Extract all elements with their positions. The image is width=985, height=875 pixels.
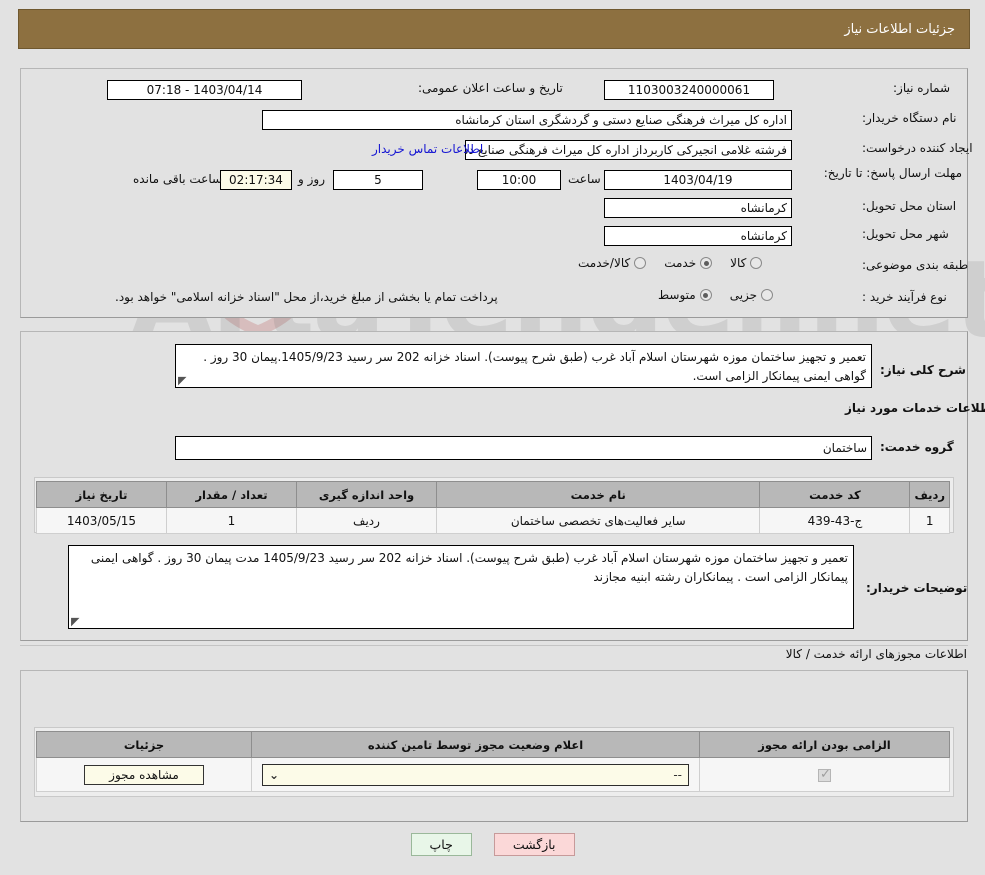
purchase-type-option-1-label: متوسط xyxy=(658,288,696,302)
page-root: ArtaTender.net جزئیات اطلاعات نیاز شماره… xyxy=(0,0,985,875)
page-title: جزئیات اطلاعات نیاز xyxy=(844,21,955,37)
buyer-notes-text: تعمیر و تجهیز ساختمان موزه شهرستان اسلام… xyxy=(90,551,848,584)
general-desc-textarea[interactable]: تعمیر و تجهیز ساختمان موزه شهرستان اسلام… xyxy=(175,344,872,388)
cell-need-date: 1403/05/15 xyxy=(36,507,167,534)
footer-button-bar: بازگشت چاپ xyxy=(0,833,985,856)
service-group-field[interactable]: ساختمان xyxy=(175,436,872,460)
services-table: ردیف کد خدمت نام خدمت واحد اندازه گیری ت… xyxy=(36,481,950,534)
deadline-date-field[interactable]: 1403/04/19 xyxy=(604,170,792,190)
category-option-2-label: کالا/خدمت xyxy=(578,256,631,270)
radio-kala-khedmat[interactable] xyxy=(634,257,647,269)
cell-license-required xyxy=(699,757,950,792)
chevron-down-icon: ⌄ xyxy=(269,767,280,782)
licenses-table-header-row: الزامی بودن ارائه مجوز اعلام وضعیت مجوز … xyxy=(36,731,950,758)
th-index: ردیف xyxy=(909,481,950,508)
services-section-title: اطلاعات خدمات مورد نیاز xyxy=(845,401,985,415)
buyer-org-field[interactable]: اداره کل میراث فرهنگی صنایع دستی و گردشگ… xyxy=(262,110,792,130)
hours-remaining-field: 02:17:34 xyxy=(220,170,292,190)
deadline-time-field[interactable]: 10:00 xyxy=(477,170,561,190)
requester-field[interactable]: فرشته غلامی انجیرکی کاربرداز اداره کل می… xyxy=(465,140,792,160)
need-info-panel xyxy=(20,68,968,318)
cell-code: ج-43-439 xyxy=(759,507,911,534)
license-status-value: -- xyxy=(673,767,682,782)
buyer-org-row: نام دستگاه خریدار: xyxy=(862,111,957,125)
buyer-notes-label: توضیحات خریدار: xyxy=(866,581,968,595)
delivery-province-row: استان محل تحویل: xyxy=(862,199,956,213)
th-license-details: جزئیات xyxy=(36,731,252,758)
print-button[interactable]: چاپ xyxy=(410,833,472,856)
services-table-header-row: ردیف کد خدمت نام خدمت واحد اندازه گیری ت… xyxy=(36,481,950,508)
general-desc-text: تعمیر و تجهیز ساختمان موزه شهرستان اسلام… xyxy=(203,350,866,383)
buyer-org-label: نام دستگاه خریدار: xyxy=(862,111,957,125)
service-group-label: گروه خدمت: xyxy=(880,440,954,454)
delivery-city-field[interactable]: کرمانشاه xyxy=(604,226,792,246)
licenses-table: الزامی بودن ارائه مجوز اعلام وضعیت مجوز … xyxy=(36,731,950,792)
purchase-type-option-0[interactable]: جزیی xyxy=(729,288,774,302)
days-remaining-field[interactable]: 5 xyxy=(333,170,423,190)
purchase-type-option-0-label: جزیی xyxy=(729,288,758,302)
window-title-bar: جزئیات اطلاعات نیاز xyxy=(18,9,970,49)
back-button[interactable]: بازگشت xyxy=(493,833,575,856)
services-grid-wrapper: ردیف کد خدمت نام خدمت واحد اندازه گیری ت… xyxy=(34,477,954,534)
category-radio-group: کالا خدمت کالا/خدمت xyxy=(560,256,763,270)
public-announce-row: تاریخ و ساعت اعلان عمومی: xyxy=(418,81,563,95)
divider xyxy=(20,645,968,646)
th-unit: واحد اندازه گیری xyxy=(296,481,437,508)
public-announce-field[interactable]: 1403/04/14 - 07:18 xyxy=(107,80,302,100)
deadline-row: مهلت ارسال پاسخ: تا تاریخ: xyxy=(824,165,962,181)
need-number-label: شماره نیاز: xyxy=(893,81,950,95)
delivery-province-field[interactable]: کرمانشاه xyxy=(604,198,792,218)
licenses-section-title: اطلاعات مجوزهای ارائه خدمت / کالا xyxy=(785,647,967,661)
purchase-type-option-1[interactable]: متوسط xyxy=(658,288,712,302)
delivery-city-label: شهر محل تحویل: xyxy=(862,227,949,241)
th-name: نام خدمت xyxy=(435,481,761,508)
category-option-2[interactable]: کالا/خدمت xyxy=(578,256,647,270)
general-desc-label: شرح کلی نیاز: xyxy=(880,363,966,377)
requester-row: ایجاد کننده درخواست: xyxy=(862,141,973,155)
delivery-city-row: شهر محل تحویل: xyxy=(862,227,949,241)
radio-motavaset[interactable] xyxy=(699,289,712,301)
days-unit-label: روز و xyxy=(298,172,325,186)
radio-kala[interactable] xyxy=(750,257,763,269)
th-quantity: تعداد / مقدار xyxy=(166,481,297,508)
resize-grip-icon-2[interactable]: ◥ xyxy=(71,615,81,628)
need-number-row: شماره نیاز: xyxy=(780,81,950,95)
th-code: کد خدمت xyxy=(759,481,911,508)
category-option-1-label: خدمت xyxy=(664,256,697,270)
category-option-1[interactable]: خدمت xyxy=(664,256,713,270)
cell-unit: ردیف xyxy=(296,507,437,534)
table-row: 1 ج-43-439 سایر فعالیت‌های تخصصی ساختمان… xyxy=(36,507,950,534)
purchase-note: پرداخت تمام یا بخشی از مبلغ خرید،از محل … xyxy=(115,290,498,304)
deadline-time-label: ساعت xyxy=(568,172,601,186)
remaining-suffix-label: ساعت باقی مانده xyxy=(133,172,223,186)
purchase-type-label: نوع فرآیند خرید : xyxy=(862,290,947,304)
license-status-select[interactable]: ⌄ -- xyxy=(262,763,689,786)
cell-license-details: مشاهده مجوز xyxy=(36,757,252,792)
cell-name: سایر فعالیت‌های تخصصی ساختمان xyxy=(435,507,761,534)
view-license-button[interactable]: مشاهده مجوز xyxy=(84,764,204,785)
cell-quantity: 1 xyxy=(166,507,297,534)
need-number-field[interactable]: 1103003240000061 xyxy=(604,80,774,100)
licenses-grid-wrapper: الزامی بودن ارائه مجوز اعلام وضعیت مجوز … xyxy=(34,727,954,797)
cell-index: 1 xyxy=(909,507,950,534)
cell-license-status: ⌄ -- xyxy=(251,757,700,792)
category-option-0[interactable]: کالا xyxy=(730,256,763,270)
public-announce-label: تاریخ و ساعت اعلان عمومی: xyxy=(418,81,563,95)
license-required-checkbox xyxy=(818,767,831,782)
deadline-label: مهلت ارسال پاسخ: تا تاریخ: xyxy=(823,166,962,180)
buyer-contact-link[interactable]: اطلاعات تماس خریدار xyxy=(372,142,483,156)
purchase-type-radio-group: جزیی متوسط xyxy=(640,288,774,302)
radio-khedmat[interactable] xyxy=(700,257,713,269)
table-row: ⌄ -- مشاهده مجوز xyxy=(36,757,950,792)
radio-jozii[interactable] xyxy=(761,289,774,301)
th-license-status: اعلام وضعیت مجوز توسط تامین کننده xyxy=(251,731,700,758)
requester-label: ایجاد کننده درخواست: xyxy=(862,141,973,155)
th-need-date: تاریخ نیاز xyxy=(36,481,167,508)
th-license-required: الزامی بودن ارائه مجوز xyxy=(699,731,950,758)
resize-grip-icon[interactable]: ◥ xyxy=(178,374,188,387)
category-label: طبقه بندی موضوعی: xyxy=(862,258,969,272)
category-option-0-label: کالا xyxy=(730,256,747,270)
buyer-notes-textarea[interactable]: تعمیر و تجهیز ساختمان موزه شهرستان اسلام… xyxy=(68,545,854,629)
delivery-province-label: استان محل تحویل: xyxy=(862,199,957,213)
